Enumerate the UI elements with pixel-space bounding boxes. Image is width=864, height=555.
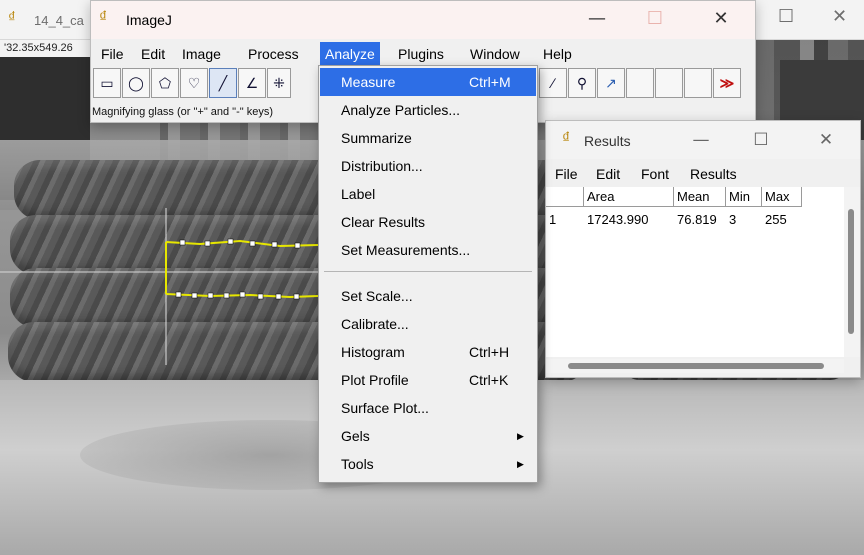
column-header-min[interactable]: Min — [726, 187, 762, 207]
angle-tool-icon[interactable]: ∠ — [238, 68, 266, 98]
menu-file[interactable]: File — [96, 42, 129, 66]
more-tools-icon[interactable]: ≫ — [713, 68, 741, 98]
point-tool-icon[interactable]: ⁜ — [267, 68, 291, 98]
empty-tool-slot[interactable] — [626, 68, 654, 98]
menu-item-surface-plot[interactable]: Surface Plot... — [320, 394, 536, 422]
horizontal-scrollbar[interactable] — [546, 359, 844, 373]
freehand-tool-icon[interactable]: ♡ — [180, 68, 208, 98]
polygon-tool-icon[interactable]: ⬠ — [151, 68, 179, 98]
maximize-icon[interactable]: ☐ — [778, 6, 794, 27]
imagej-microscope-icon: ₫ — [99, 9, 108, 26]
close-button[interactable]: ✕ — [806, 127, 846, 153]
column-header-mean[interactable]: Mean — [674, 187, 726, 207]
menu-item-gels[interactable]: Gels ▶ — [320, 422, 536, 450]
line-tool-icon[interactable]: ╱ — [209, 68, 237, 98]
scrollbar-thumb[interactable] — [848, 209, 854, 334]
results-menu-font[interactable]: Font — [641, 163, 669, 185]
imagej-titlebar[interactable]: ₫ ImageJ — ☐ ✕ — [91, 1, 755, 39]
analyze-menu: Measure Ctrl+M Analyze Particles... Summ… — [318, 65, 538, 483]
imagej-microscope-icon: ₫ — [562, 130, 571, 147]
menu-item-set-measurements[interactable]: Set Measurements... — [320, 236, 536, 264]
menu-edit[interactable]: Edit — [136, 42, 170, 66]
image-window-title: 14_4_ca — [34, 13, 84, 28]
image-info-subtitle: '32.35x549.26 — [0, 40, 92, 57]
menu-separator — [324, 271, 532, 272]
minimize-button[interactable]: — — [681, 127, 721, 153]
menu-item-summarize[interactable]: Summarize — [320, 124, 536, 152]
cell-index: 1 — [549, 212, 557, 227]
cell-area: 17243.990 — [587, 212, 649, 227]
maximize-button[interactable]: ☐ — [741, 127, 781, 153]
menu-image[interactable]: Image — [177, 42, 226, 66]
imagej-menubar: File Edit Image Process Analyze Plugins … — [91, 42, 755, 66]
cell-mean: 76.819 — [677, 212, 717, 227]
rectangle-tool-icon[interactable]: ▭ — [93, 68, 121, 98]
menu-item-label[interactable]: Label — [320, 180, 536, 208]
maximize-button[interactable]: ☐ — [632, 5, 678, 33]
imagej-title: ImageJ — [126, 12, 172, 28]
menu-process[interactable]: Process — [243, 42, 304, 66]
cell-min: 3 — [729, 212, 737, 227]
empty-tool-slot[interactable] — [655, 68, 683, 98]
results-menu-file[interactable]: File — [555, 163, 578, 185]
menu-window[interactable]: Window — [465, 42, 525, 66]
imagej-microscope-icon: ₫ — [8, 9, 16, 26]
results-titlebar[interactable]: ₫ Results — ☐ ✕ — [546, 121, 860, 159]
minimize-button[interactable]: — — [574, 5, 620, 33]
menu-item-set-scale[interactable]: Set Scale... — [320, 282, 536, 310]
scrollbar-thumb[interactable] — [568, 363, 824, 369]
column-header-max[interactable]: Max — [762, 187, 802, 207]
submenu-arrow-icon: ▶ — [517, 459, 524, 469]
results-table[interactable]: Area Mean Min Max 1 17243.990 76.819 3 2… — [546, 187, 844, 357]
arrow-tool-icon[interactable]: ↗ — [597, 68, 625, 98]
menu-item-tools[interactable]: Tools ▶ — [320, 450, 536, 478]
results-window: ₫ Results — ☐ ✕ File Edit Font Results A… — [545, 120, 861, 378]
results-menu-edit[interactable]: Edit — [596, 163, 620, 185]
dropper-tool-icon[interactable]: ⚲ — [568, 68, 596, 98]
menu-item-analyze-particles[interactable]: Analyze Particles... — [320, 96, 536, 124]
menu-item-plot-profile[interactable]: Plot Profile Ctrl+K — [320, 366, 536, 394]
menu-item-distribution[interactable]: Distribution... — [320, 152, 536, 180]
menu-item-measure[interactable]: Measure Ctrl+M — [320, 68, 536, 96]
submenu-arrow-icon: ▶ — [517, 431, 524, 441]
menu-item-calibrate[interactable]: Calibrate... — [320, 310, 536, 338]
column-header-index[interactable] — [546, 187, 584, 207]
vertical-scrollbar[interactable] — [844, 187, 860, 357]
results-menubar: File Edit Font Results — [546, 163, 860, 185]
menu-analyze[interactable]: Analyze — [320, 42, 380, 66]
menu-item-clear-results[interactable]: Clear Results — [320, 208, 536, 236]
empty-tool-slot[interactable] — [684, 68, 712, 98]
menu-help[interactable]: Help — [538, 42, 577, 66]
menu-plugins[interactable]: Plugins — [393, 42, 449, 66]
menu-item-histogram[interactable]: Histogram Ctrl+H — [320, 338, 536, 366]
cell-max: 255 — [765, 212, 787, 227]
column-header-area[interactable]: Area — [584, 187, 674, 207]
results-menu-results[interactable]: Results — [690, 163, 737, 185]
brush-tool-icon[interactable]: ∕ — [539, 68, 567, 98]
results-title: Results — [584, 133, 631, 149]
close-icon[interactable]: ✕ — [832, 6, 847, 27]
oval-tool-icon[interactable]: ◯ — [122, 68, 150, 98]
close-button[interactable]: ✕ — [698, 5, 744, 33]
